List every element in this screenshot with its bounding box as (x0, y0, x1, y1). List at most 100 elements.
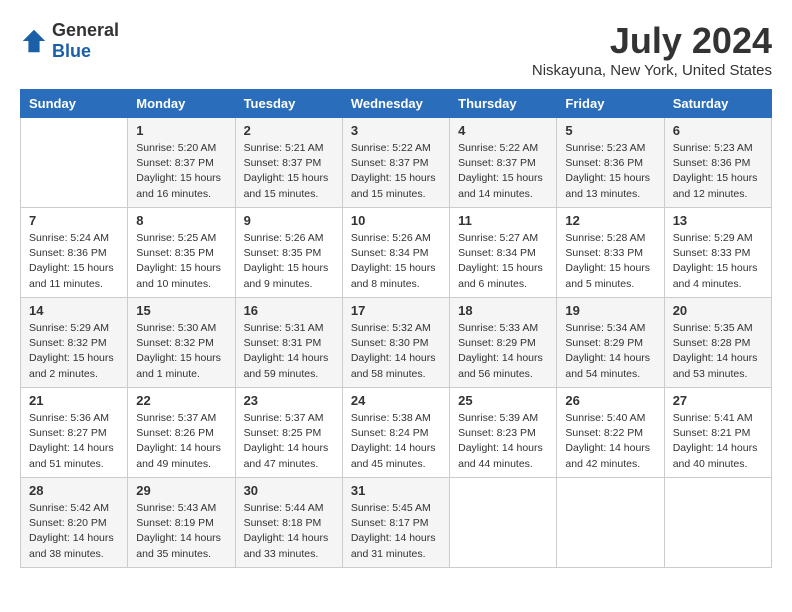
calendar-cell: 3Sunrise: 5:22 AMSunset: 8:37 PMDaylight… (342, 118, 449, 208)
calendar-cell: 25 Sunrise: 5:39 AMSunset: 8:23 PMDayligh… (450, 388, 557, 478)
day-info: Sunrise: 5:31 AMSunset: 8:31 PMDaylight:… (244, 321, 334, 382)
calendar-cell: 19 Sunrise: 5:34 AMSunset: 8:29 PMDayligh… (557, 298, 664, 388)
day-number: 16 (244, 303, 334, 318)
header-cell-friday: Friday (557, 90, 664, 118)
week-row-2: 7 Sunrise: 5:24 AMSunset: 8:36 PMDaylight… (21, 208, 772, 298)
day-number: 17 (351, 303, 441, 318)
calendar-table: SundayMondayTuesdayWednesdayThursdayFrid… (20, 89, 772, 568)
day-number: 8 (136, 213, 226, 228)
day-info: Sunrise: 5:38 AMSunset: 8:24 PMDaylight:… (351, 411, 441, 472)
logo-text-general: General (52, 20, 119, 40)
calendar-cell: 21Sunrise: 5:36 AMSunset: 8:27 PMDayligh… (21, 388, 128, 478)
calendar-cell: 22Sunrise: 5:37 AMSunset: 8:26 PMDayligh… (128, 388, 235, 478)
subtitle: Niskayuna, New York, United States (532, 62, 772, 79)
day-number: 26 (565, 393, 655, 408)
day-number: 19 (565, 303, 655, 318)
day-number: 4 (458, 123, 548, 138)
calendar-cell: 30 Sunrise: 5:44 AMSunset: 8:18 PMDayligh… (235, 478, 342, 568)
day-info: Sunrise: 5:22 AMSunset: 8:37 PMDaylight:… (351, 141, 441, 202)
logo-icon (20, 27, 48, 55)
day-info: Sunrise: 5:40 AMSunset: 8:22 PMDaylight:… (565, 411, 655, 472)
header-row: SundayMondayTuesdayWednesdayThursdayFrid… (21, 90, 772, 118)
day-info: Sunrise: 5:33 AMSunset: 8:29 PMDaylight:… (458, 321, 548, 382)
day-info: Sunrise: 5:21 AMSunset: 8:37 PMDaylight:… (244, 141, 334, 202)
calendar-cell: 2 Sunrise: 5:21 AMSunset: 8:37 PMDaylight… (235, 118, 342, 208)
day-number: 11 (458, 213, 548, 228)
day-info: Sunrise: 5:39 AMSunset: 8:23 PMDaylight:… (458, 411, 548, 472)
week-row-4: 21Sunrise: 5:36 AMSunset: 8:27 PMDayligh… (21, 388, 772, 478)
day-info: Sunrise: 5:43 AMSunset: 8:19 PMDaylight:… (136, 501, 226, 562)
day-info: Sunrise: 5:35 AMSunset: 8:28 PMDaylight:… (673, 321, 763, 382)
day-number: 1 (136, 123, 226, 138)
day-info: Sunrise: 5:22 AMSunset: 8:37 PMDaylight:… (458, 141, 548, 202)
calendar-cell: 10Sunrise: 5:26 AMSunset: 8:34 PMDayligh… (342, 208, 449, 298)
week-row-1: 1 Sunrise: 5:20 AMSunset: 8:37 PMDaylight… (21, 118, 772, 208)
week-row-5: 28Sunrise: 5:42 AMSunset: 8:20 PMDayligh… (21, 478, 772, 568)
day-info: Sunrise: 5:23 AMSunset: 8:36 PMDaylight:… (673, 141, 763, 202)
calendar-cell: 4 Sunrise: 5:22 AMSunset: 8:37 PMDaylight… (450, 118, 557, 208)
calendar-cell: 28Sunrise: 5:42 AMSunset: 8:20 PMDayligh… (21, 478, 128, 568)
day-number: 5 (565, 123, 655, 138)
header-cell-monday: Monday (128, 90, 235, 118)
calendar-cell: 6 Sunrise: 5:23 AMSunset: 8:36 PMDaylight… (664, 118, 771, 208)
calendar-cell (557, 478, 664, 568)
day-number: 15 (136, 303, 226, 318)
calendar-cell: 26 Sunrise: 5:40 AMSunset: 8:22 PMDayligh… (557, 388, 664, 478)
calendar-body: 1 Sunrise: 5:20 AMSunset: 8:37 PMDaylight… (21, 118, 772, 568)
day-info: Sunrise: 5:42 AMSunset: 8:20 PMDaylight:… (29, 501, 119, 562)
calendar-cell: 20 Sunrise: 5:35 AMSunset: 8:28 PMDayligh… (664, 298, 771, 388)
day-info: Sunrise: 5:29 AMSunset: 8:32 PMDaylight:… (29, 321, 119, 382)
calendar-cell (21, 118, 128, 208)
day-number: 25 (458, 393, 548, 408)
day-number: 18 (458, 303, 548, 318)
header-cell-wednesday: Wednesday (342, 90, 449, 118)
day-info: Sunrise: 5:24 AMSunset: 8:36 PMDaylight:… (29, 231, 119, 292)
day-info: Sunrise: 5:26 AMSunset: 8:35 PMDaylight:… (244, 231, 334, 292)
day-number: 20 (673, 303, 763, 318)
day-number: 27 (673, 393, 763, 408)
day-number: 13 (673, 213, 763, 228)
calendar-cell: 11Sunrise: 5:27 AMSunset: 8:34 PMDayligh… (450, 208, 557, 298)
header-cell-tuesday: Tuesday (235, 90, 342, 118)
day-number: 30 (244, 483, 334, 498)
day-info: Sunrise: 5:30 AMSunset: 8:32 PMDaylight:… (136, 321, 226, 382)
day-number: 10 (351, 213, 441, 228)
logo-text-blue: Blue (52, 41, 91, 61)
day-number: 12 (565, 213, 655, 228)
day-info: Sunrise: 5:37 AMSunset: 8:25 PMDaylight:… (244, 411, 334, 472)
calendar-cell (664, 478, 771, 568)
day-number: 22 (136, 393, 226, 408)
main-title: July 2024 (532, 20, 772, 62)
calendar-cell: 8 Sunrise: 5:25 AMSunset: 8:35 PMDaylight… (128, 208, 235, 298)
calendar-cell: 31Sunrise: 5:45 AMSunset: 8:17 PMDayligh… (342, 478, 449, 568)
day-number: 23 (244, 393, 334, 408)
day-number: 7 (29, 213, 119, 228)
day-info: Sunrise: 5:25 AMSunset: 8:35 PMDaylight:… (136, 231, 226, 292)
calendar-cell: 23 Sunrise: 5:37 AMSunset: 8:25 PMDayligh… (235, 388, 342, 478)
calendar-cell: 18 Sunrise: 5:33 AMSunset: 8:29 PMDayligh… (450, 298, 557, 388)
calendar-cell: 29 Sunrise: 5:43 AMSunset: 8:19 PMDayligh… (128, 478, 235, 568)
calendar-cell: 27 Sunrise: 5:41 AMSunset: 8:21 PMDayligh… (664, 388, 771, 478)
day-info: Sunrise: 5:20 AMSunset: 8:37 PMDaylight:… (136, 141, 226, 202)
title-block: July 2024 Niskayuna, New York, United St… (532, 20, 772, 79)
day-info: Sunrise: 5:34 AMSunset: 8:29 PMDaylight:… (565, 321, 655, 382)
day-info: Sunrise: 5:41 AMSunset: 8:21 PMDaylight:… (673, 411, 763, 472)
day-number: 14 (29, 303, 119, 318)
day-number: 29 (136, 483, 226, 498)
calendar-cell: 13Sunrise: 5:29 AMSunset: 8:33 PMDayligh… (664, 208, 771, 298)
calendar-cell (450, 478, 557, 568)
day-number: 2 (244, 123, 334, 138)
calendar-cell: 5 Sunrise: 5:23 AMSunset: 8:36 PMDaylight… (557, 118, 664, 208)
day-number: 9 (244, 213, 334, 228)
calendar-cell: 14 Sunrise: 5:29 AMSunset: 8:32 PMDayligh… (21, 298, 128, 388)
day-number: 6 (673, 123, 763, 138)
header-cell-thursday: Thursday (450, 90, 557, 118)
page-header: General Blue July 2024 Niskayuna, New Yo… (20, 20, 772, 79)
day-info: Sunrise: 5:23 AMSunset: 8:36 PMDaylight:… (565, 141, 655, 202)
header-cell-saturday: Saturday (664, 90, 771, 118)
calendar-cell: 1 Sunrise: 5:20 AMSunset: 8:37 PMDaylight… (128, 118, 235, 208)
day-info: Sunrise: 5:44 AMSunset: 8:18 PMDaylight:… (244, 501, 334, 562)
day-info: Sunrise: 5:32 AMSunset: 8:30 PMDaylight:… (351, 321, 441, 382)
day-number: 21 (29, 393, 119, 408)
week-row-3: 14 Sunrise: 5:29 AMSunset: 8:32 PMDayligh… (21, 298, 772, 388)
